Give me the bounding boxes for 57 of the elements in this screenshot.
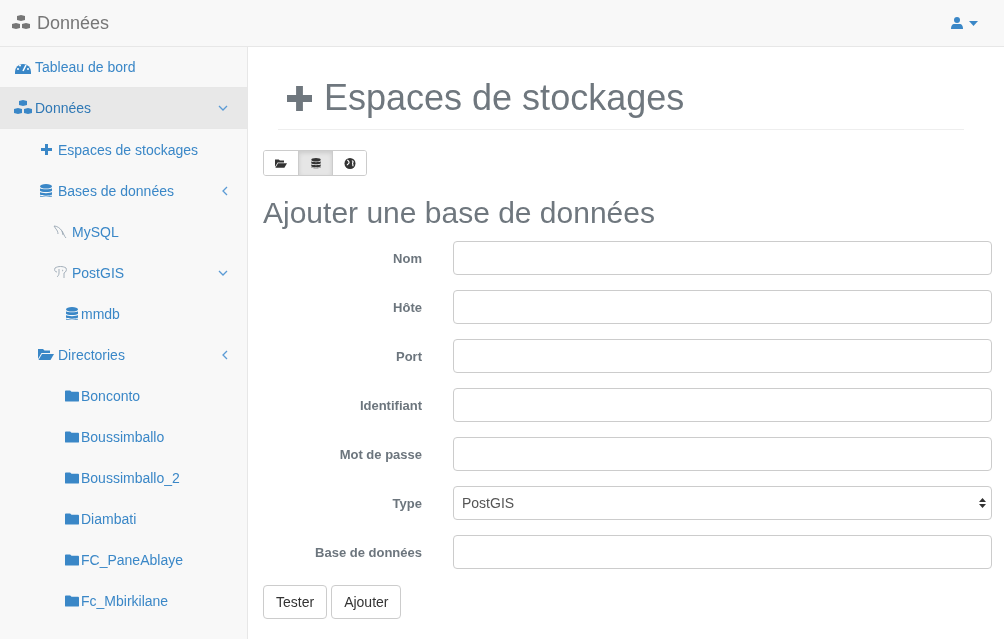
sidebar-item[interactable]: Diambati [0, 498, 247, 539]
input-field[interactable] [453, 290, 992, 324]
storage-type-button[interactable] [298, 151, 332, 175]
storage-type-button[interactable] [332, 151, 366, 175]
field-label: Base de données [314, 544, 422, 560]
field-label: Hôte [392, 299, 422, 315]
chevron-down-icon [218, 105, 228, 111]
folder-icon [65, 512, 79, 525]
sidebar-item[interactable]: Bases de données [0, 170, 247, 211]
type-select[interactable]: PostGIS [453, 486, 992, 520]
database-icon [40, 183, 52, 198]
sidebar-item[interactable]: FC_PaneAblaye [0, 539, 247, 580]
folder-icon [65, 389, 79, 402]
sidebar-item[interactable]: Espaces de stockages [0, 129, 247, 170]
folder-icon [65, 553, 79, 566]
user-menu[interactable] [951, 17, 978, 29]
chevron-left-icon [222, 185, 228, 196]
input-field[interactable] [453, 437, 992, 471]
input-field[interactable] [453, 388, 992, 422]
form-button[interactable]: Tester [263, 585, 328, 619]
field-label: Port [395, 348, 422, 364]
sidebar-item[interactable]: PostGIS [0, 252, 247, 293]
sidebar-item[interactable]: Données [0, 88, 247, 129]
sidebar-item[interactable]: Boussimballo_2 [0, 457, 247, 498]
field-label: Type [391, 495, 422, 511]
field-label: Identifiant [358, 397, 422, 413]
database-icon [309, 157, 322, 169]
input-field[interactable] [453, 339, 992, 373]
updown-caret-icon [979, 498, 986, 508]
folder-open-icon [275, 157, 287, 169]
field-label: Nom [392, 250, 422, 266]
input-field[interactable] [453, 535, 992, 569]
sidebar-item[interactable]: mmdb [0, 293, 247, 334]
folder-icon [65, 471, 79, 484]
sidebar-item[interactable]: Bonconto [0, 375, 247, 416]
chevron-left-icon [222, 349, 228, 360]
cubes-icon [13, 99, 33, 117]
plus-icon [287, 85, 312, 111]
page-title: Espaces de stockages [324, 77, 685, 119]
folder-icon [65, 594, 79, 607]
sidebar-item[interactable]: Directories [0, 334, 247, 375]
field-label: Mot de passe [338, 446, 422, 462]
form-button[interactable]: Ajouter [331, 585, 402, 619]
plus-icon [40, 144, 52, 155]
folder-open-icon [38, 348, 54, 361]
chevron-down-icon [218, 269, 228, 276]
input-field[interactable] [453, 241, 992, 275]
database-icon [66, 306, 78, 321]
app-title: Données [37, 12, 110, 34]
sidebar-item[interactable]: Boussimballo [0, 416, 247, 457]
caret-icon [969, 20, 978, 26]
sidebar-item[interactable]: Fc_Mbirkilane [0, 580, 247, 621]
form-title: Ajouter une base de données [263, 196, 656, 230]
sidebar-item[interactable]: MySQL [0, 211, 247, 252]
cubes-icon [11, 14, 31, 32]
user-icon [951, 17, 963, 29]
folder-icon [65, 430, 79, 443]
